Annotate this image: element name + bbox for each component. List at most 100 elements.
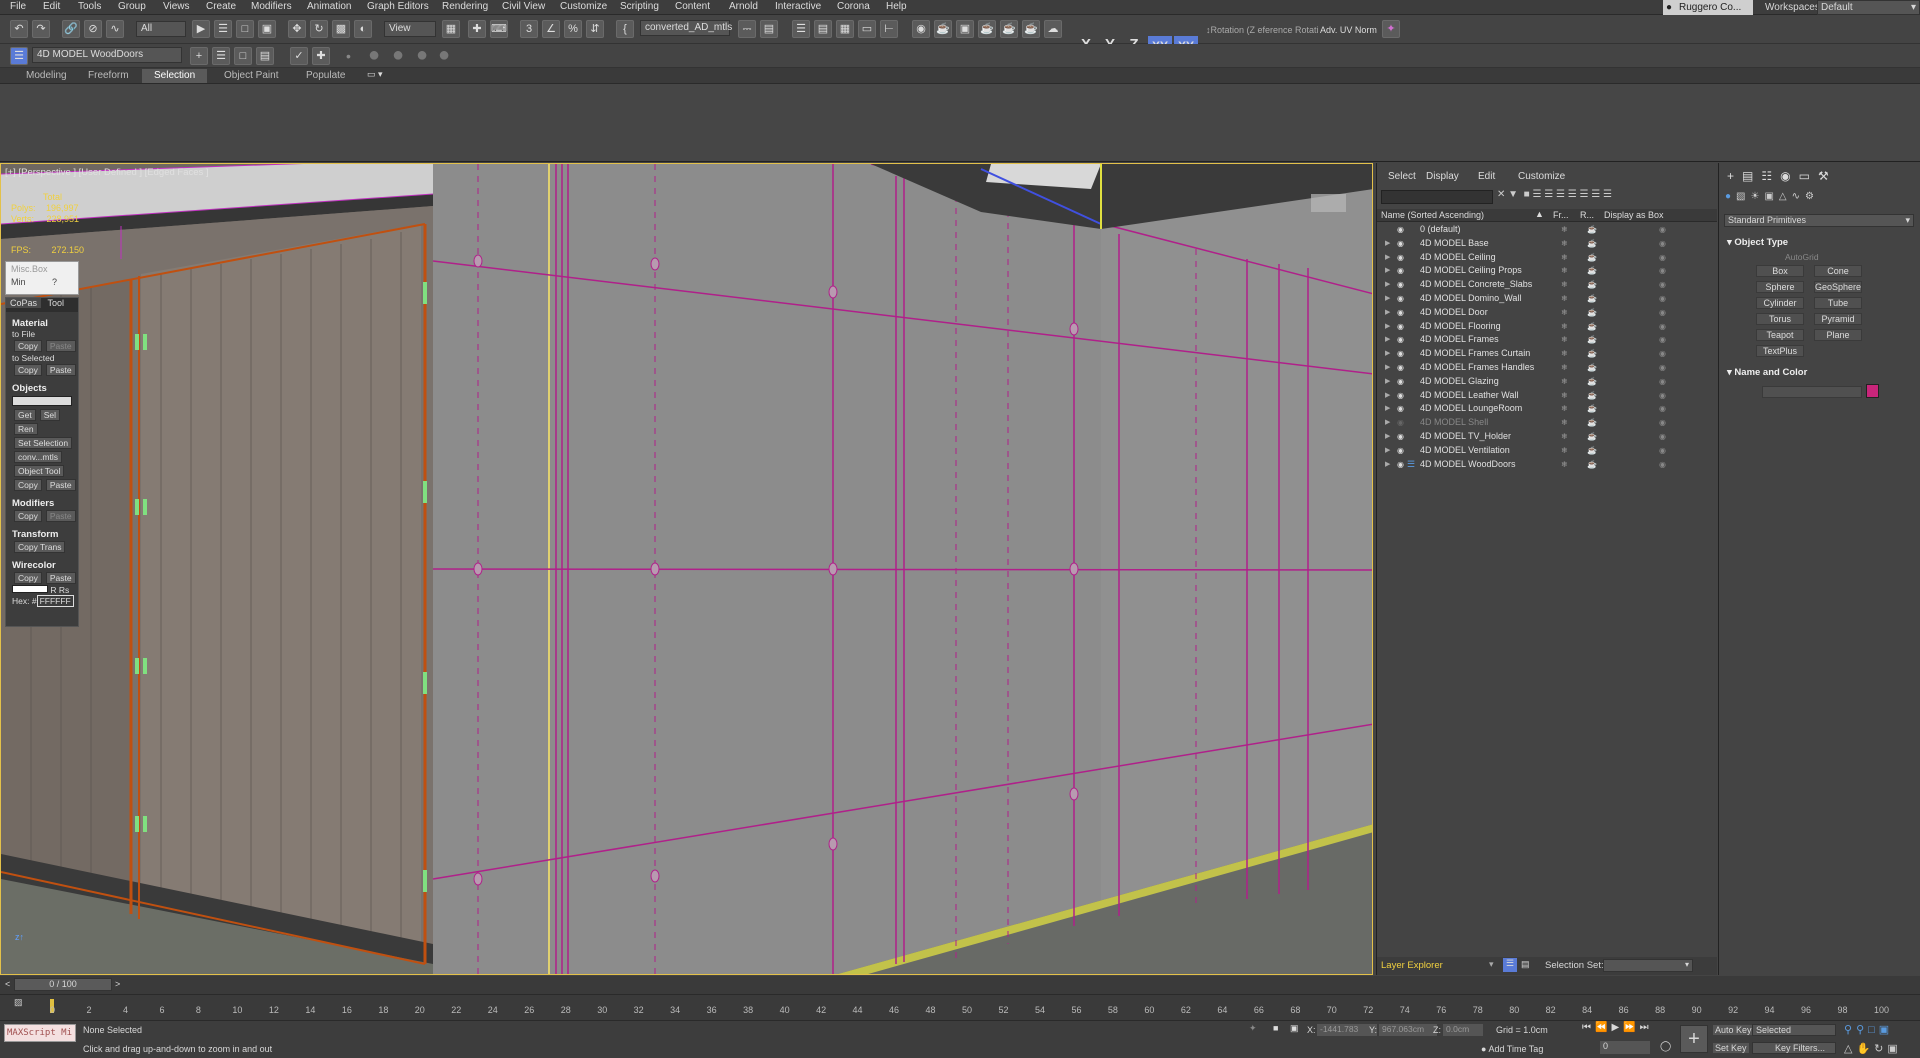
rect-selection-icon[interactable]: □	[236, 20, 254, 38]
hierarchy-mode-icon[interactable]: ▤	[1521, 959, 1530, 970]
brush-icon[interactable]: ✓	[290, 47, 308, 65]
percent-snap-icon[interactable]: %	[564, 20, 582, 38]
menu-animation[interactable]: Animation	[307, 1, 351, 12]
zoom-extents-icon[interactable]: □	[1868, 1024, 1879, 1036]
visibility-eye-icon[interactable]: ◉	[1397, 292, 1404, 306]
col-box-header[interactable]: Display as Box	[1604, 210, 1664, 220]
col-name-header[interactable]: Name (Sorted Ascending)	[1381, 210, 1484, 220]
object-color-swatch[interactable]	[1866, 384, 1879, 398]
material-file-copy-button[interactable]: Copy	[14, 340, 42, 352]
display-tab-icon[interactable]: ▭	[1799, 169, 1818, 183]
next-frame-icon[interactable]: >	[115, 979, 120, 989]
ribbon-options-icon[interactable]: ▭ ▾	[367, 69, 383, 80]
move-icon[interactable]: ✥	[288, 20, 306, 38]
layer-options-icon[interactable]: ▤	[256, 47, 274, 65]
freeze-icon[interactable]: ❄	[1561, 375, 1568, 389]
cylinder-button[interactable]: Cylinder	[1756, 297, 1804, 309]
workspace-select[interactable]: Default ▾	[1817, 0, 1920, 15]
go-to-start-icon[interactable]: ⏮	[1582, 1022, 1595, 1033]
layer-row[interactable]: ▶ ◉ 4D MODEL Domino_Wall ❄ ☕ ◉	[1379, 292, 1715, 306]
box-icon[interactable]: ◉	[1659, 251, 1666, 265]
lock-icon[interactable]: ■	[1524, 189, 1530, 200]
menu-content[interactable]: Content	[675, 1, 710, 12]
active-layer-icon[interactable]: ☰	[1603, 189, 1612, 200]
layer-row[interactable]: ▶ ◉ 4D MODEL Flooring ❄ ☕ ◉	[1379, 320, 1715, 334]
render-teapot-icon[interactable]: ☕	[1587, 333, 1597, 347]
col-freeze-header[interactable]: Fr...	[1553, 210, 1569, 220]
placement-icon[interactable]: ◐	[354, 20, 372, 38]
visibility-eye-icon[interactable]: ◉	[1397, 361, 1404, 375]
box-icon[interactable]: ◉	[1659, 375, 1666, 389]
set-keys-icon[interactable]: +	[1680, 1025, 1708, 1053]
curve-editor-mini-icon[interactable]: ▨	[14, 997, 23, 1008]
tab-selection[interactable]: Selection	[142, 69, 208, 83]
render-production-icon[interactable]: ☕	[1000, 20, 1018, 38]
material-selected-paste-button[interactable]: Paste	[45, 364, 76, 376]
visibility-eye-icon[interactable]: ◉	[1397, 444, 1404, 458]
expand-arrow-icon[interactable]: ▶	[1385, 292, 1390, 306]
expand-arrow-icon[interactable]: ▶	[1385, 333, 1390, 347]
box-icon[interactable]: ◉	[1659, 333, 1666, 347]
teapot-button[interactable]: Teapot	[1756, 329, 1804, 341]
render-frame-icon[interactable]: ▣	[956, 20, 974, 38]
auto-key-button[interactable]: Auto Key	[1713, 1025, 1754, 1035]
wirecolor-copy-button[interactable]: Copy	[14, 572, 42, 584]
render-a360-icon[interactable]: ☁	[1044, 20, 1062, 38]
transform-section-title[interactable]: Transform	[6, 529, 78, 540]
tab-populate[interactable]: Populate	[294, 69, 357, 83]
visibility-eye-icon[interactable]: ◉	[1397, 264, 1404, 278]
tab-tool[interactable]: Tool	[44, 298, 69, 308]
material-selected-copy-button[interactable]: Copy	[14, 364, 42, 376]
layer-row[interactable]: ◉ 0 (default) ❄ ☕ ◉	[1379, 223, 1715, 237]
minimize-button[interactable]: Min	[11, 277, 26, 287]
copy-trans-button[interactable]: Copy Trans	[14, 541, 66, 553]
select-object-icon[interactable]: ▶	[192, 20, 210, 38]
new-layer-icon[interactable]: ☰	[1532, 189, 1541, 200]
col-render-header[interactable]: R...	[1580, 210, 1594, 220]
layer-menu-display[interactable]: Display	[1426, 171, 1459, 182]
curve-editor-icon[interactable]: ▭	[858, 20, 876, 38]
zoom-extents-all-icon[interactable]: ▣	[1879, 1024, 1893, 1036]
modify-tab-icon[interactable]: ▤	[1742, 169, 1761, 183]
layer-settings-icon[interactable]: ☰	[1579, 189, 1588, 200]
layer-row[interactable]: ▶ ◉ 4D MODEL Frames ❄ ☕ ◉	[1379, 333, 1715, 347]
layer-row[interactable]: ▶ ◉ 4D MODEL Ventilation ❄ ☕ ◉	[1379, 444, 1715, 458]
render-teapot-icon[interactable]: ☕	[1587, 251, 1597, 265]
current-frame-input[interactable]: 0	[1600, 1041, 1650, 1054]
rs-button[interactable]: Rs	[59, 585, 69, 595]
scene-explorer-icon[interactable]: ☰	[792, 20, 810, 38]
menu-group[interactable]: Group	[118, 1, 146, 12]
undo-icon[interactable]: ↶	[10, 20, 28, 38]
z-coord-input[interactable]: 0.0cm	[1443, 1024, 1483, 1036]
objects-section-title[interactable]: Objects	[6, 383, 78, 394]
render-teapot-icon[interactable]: ☕	[1587, 292, 1597, 306]
plane-button[interactable]: Plane	[1814, 329, 1862, 341]
zoom-all-icon[interactable]: ⚲	[1856, 1024, 1868, 1036]
spinner-snap-icon[interactable]: ⇵	[586, 20, 604, 38]
select-manipulate-icon[interactable]: ✚	[468, 20, 486, 38]
expand-arrow-icon[interactable]: ▶	[1385, 251, 1390, 265]
tube-button[interactable]: Tube	[1814, 297, 1862, 309]
ribbon-toggle-icon[interactable]: ▦	[836, 20, 854, 38]
visibility-eye-icon[interactable]: ◉	[1397, 458, 1404, 472]
layer-row[interactable]: ▶ ◉ ☰ 4D MODEL WoodDoors ❄ ☕ ◉	[1379, 458, 1715, 472]
align-icon[interactable]: ▤	[760, 20, 778, 38]
lights-icon[interactable]: ☀	[1751, 191, 1765, 202]
render-teapot-icon[interactable]: ☕	[1587, 264, 1597, 278]
visibility-eye-icon[interactable]: ◉	[1397, 430, 1404, 444]
box-icon[interactable]: ◉	[1659, 361, 1666, 375]
add-to-layer-icon[interactable]: □	[234, 47, 252, 65]
freeze-icon[interactable]: ❄	[1561, 292, 1568, 306]
expand-arrow-icon[interactable]: ▶	[1385, 430, 1390, 444]
object-type-rollout[interactable]: ▾ Object Type	[1727, 237, 1788, 248]
box-icon[interactable]: ◉	[1659, 416, 1666, 430]
selection-filter-select[interactable]: All	[136, 21, 186, 37]
tab-object-paint[interactable]: Object Paint	[212, 69, 290, 83]
set-selection-button[interactable]: Set Selection	[14, 437, 73, 449]
time-slider-thumb[interactable]: 0 / 100	[14, 978, 112, 991]
track-bar[interactable]: ▨ 0 2 4 6 8 10 12 14 16 18 20 22 24 26 28 30 32 34 36 38 40 4…	[0, 994, 1920, 1020]
set-key-button[interactable]: Set Key	[1713, 1043, 1749, 1053]
pan-icon[interactable]: ✋	[1856, 1043, 1874, 1055]
get-button[interactable]: Get	[14, 409, 36, 421]
freeze-icon[interactable]: ❄	[1561, 430, 1568, 444]
